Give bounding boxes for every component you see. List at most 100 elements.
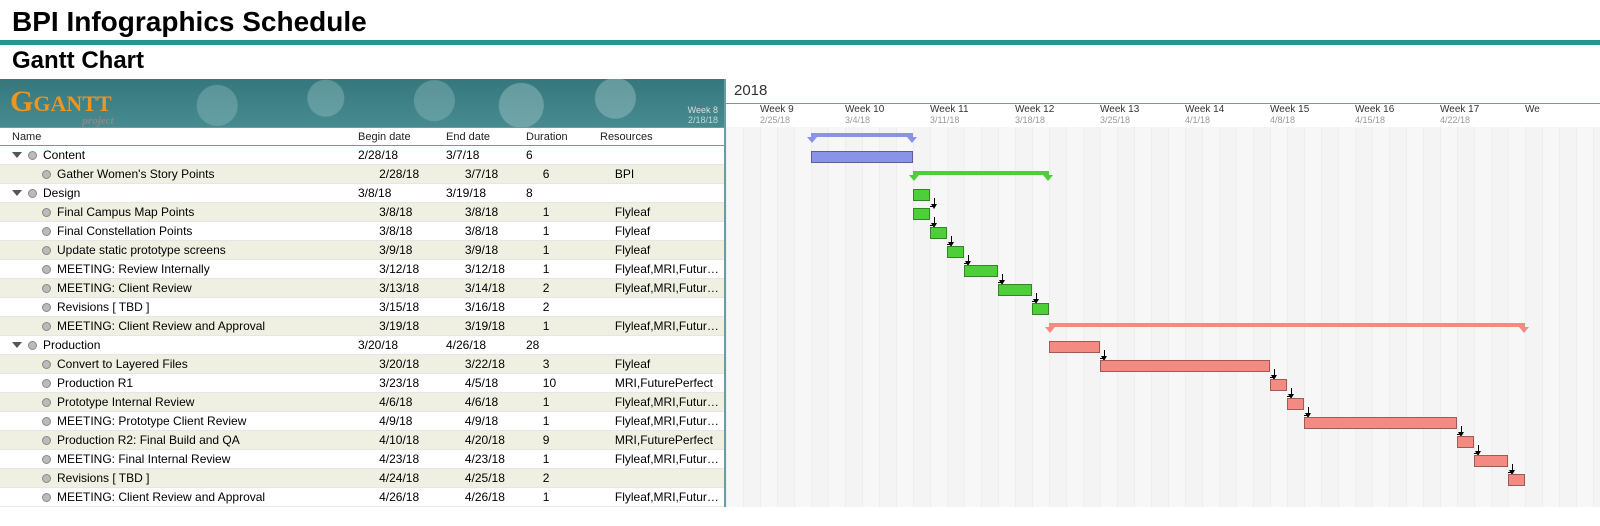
task-row[interactable]: Production R2: Final Build and QA4/10/18… — [0, 431, 724, 450]
task-bar[interactable] — [964, 265, 998, 277]
task-row[interactable]: Content2/28/183/7/186 — [0, 146, 724, 165]
task-bar[interactable] — [1287, 398, 1304, 410]
task-bar[interactable] — [1457, 436, 1474, 448]
timeline-row — [726, 357, 1600, 376]
task-begin: 3/8/18 — [379, 205, 465, 219]
task-end: 3/9/18 — [465, 243, 543, 257]
task-end: 4/25/18 — [465, 471, 543, 485]
week-tick: Week 154/8/18 — [1270, 104, 1309, 125]
task-row[interactable]: Final Constellation Points3/8/183/8/181F… — [0, 222, 724, 241]
task-begin: 3/12/18 — [379, 262, 465, 276]
task-duration: 6 — [526, 148, 546, 162]
task-bar[interactable] — [998, 284, 1032, 296]
task-row[interactable]: Revisions [ TBD ]4/24/184/25/182 — [0, 469, 724, 488]
week-label: Week 15 — [1270, 104, 1309, 115]
task-row[interactable]: MEETING: Review Internally3/12/183/12/18… — [0, 260, 724, 279]
task-bullet-icon — [28, 151, 37, 160]
task-row[interactable]: Convert to Layered Files3/20/183/22/183F… — [0, 355, 724, 374]
task-begin: 4/10/18 — [379, 433, 465, 447]
task-end: 4/20/18 — [465, 433, 543, 447]
task-name: Design — [43, 186, 80, 200]
timeline-row — [726, 319, 1600, 338]
task-bar[interactable] — [1474, 455, 1508, 467]
task-bullet-icon — [42, 227, 51, 236]
chevron-down-icon[interactable] — [12, 190, 22, 196]
task-end: 3/7/18 — [446, 148, 526, 162]
task-name: Final Constellation Points — [57, 224, 192, 238]
task-row[interactable]: Production3/20/184/26/1828 — [0, 336, 724, 355]
task-row[interactable]: Gather Women's Story Points2/28/183/7/18… — [0, 165, 724, 184]
task-begin: 3/20/18 — [358, 338, 446, 352]
timeline-pane[interactable]: 2018 Week 92/25/18Week 103/4/18Week 113/… — [725, 79, 1600, 507]
task-row[interactable]: Design3/8/183/19/188 — [0, 184, 724, 203]
task-bar[interactable] — [913, 208, 930, 220]
task-row[interactable]: MEETING: Client Review and Approval4/26/… — [0, 488, 724, 507]
task-resources: BPI — [615, 167, 724, 181]
task-row[interactable]: MEETING: Final Internal Review4/23/184/2… — [0, 450, 724, 469]
task-duration: 1 — [543, 319, 563, 333]
chevron-down-icon[interactable] — [12, 152, 22, 158]
chevron-down-icon[interactable] — [12, 342, 22, 348]
task-row[interactable]: Prototype Internal Review4/6/184/6/181Fl… — [0, 393, 724, 412]
week-clip-date: 2/18/18 — [688, 115, 718, 125]
task-bar[interactable] — [1304, 417, 1457, 429]
task-begin: 3/15/18 — [379, 300, 465, 314]
summary-bar[interactable] — [913, 171, 1049, 175]
timeline-row — [726, 224, 1600, 243]
task-bar[interactable] — [947, 246, 964, 258]
week-date: 3/4/18 — [845, 115, 884, 125]
chart-title: Gantt Chart — [12, 47, 1600, 75]
task-duration: 1 — [543, 205, 563, 219]
task-row[interactable]: Revisions [ TBD ]3/15/183/16/182 — [0, 298, 724, 317]
task-row[interactable]: MEETING: Client Review and Approval3/19/… — [0, 317, 724, 336]
task-resources: Flyleaf,MRI,FuturePerf... — [615, 262, 724, 276]
week-date: 4/15/18 — [1355, 115, 1394, 125]
task-row[interactable]: MEETING: Prototype Client Review4/9/184/… — [0, 412, 724, 431]
task-end: 4/5/18 — [465, 376, 543, 390]
task-resources: Flyleaf — [615, 205, 724, 219]
task-begin: 4/23/18 — [379, 452, 465, 466]
task-row[interactable]: MEETING: Client Review3/13/183/14/182Fly… — [0, 279, 724, 298]
timeline-header: Week 92/25/18Week 103/4/18Week 113/11/18… — [726, 104, 1600, 129]
task-bar[interactable] — [1100, 360, 1270, 372]
task-name: Revisions [ TBD ] — [57, 471, 149, 485]
task-row[interactable]: Production R13/23/184/5/1810MRI,FuturePe… — [0, 374, 724, 393]
task-bar[interactable] — [1270, 379, 1287, 391]
week-tick: Week 92/25/18 — [760, 104, 794, 125]
task-bar[interactable] — [913, 189, 930, 201]
task-row[interactable]: Update static prototype screens3/9/183/9… — [0, 241, 724, 260]
task-bullet-icon — [28, 341, 37, 350]
task-end: 3/16/18 — [465, 300, 543, 314]
col-name[interactable]: Name — [0, 131, 358, 143]
gantt-container: GGANTT project Week 8 2/18/18 Name Begin… — [0, 79, 1600, 507]
task-begin: 3/20/18 — [379, 357, 465, 371]
task-begin: 4/24/18 — [379, 471, 465, 485]
task-name: Prototype Internal Review — [57, 395, 194, 409]
col-end[interactable]: End date — [446, 131, 526, 143]
task-resources: Flyleaf — [615, 357, 724, 371]
summary-bar[interactable] — [1049, 323, 1525, 327]
col-dur[interactable]: Duration — [526, 131, 600, 143]
task-bullet-icon — [42, 417, 51, 426]
col-res[interactable]: Resources — [600, 131, 712, 143]
task-resources: Flyleaf,MRI,FuturePerf... — [615, 319, 724, 333]
timeline-row — [726, 452, 1600, 471]
task-bar[interactable] — [930, 227, 947, 239]
task-end: 4/26/18 — [446, 338, 526, 352]
task-begin: 3/9/18 — [379, 243, 465, 257]
timeline-row — [726, 243, 1600, 262]
summary-bar[interactable] — [811, 133, 913, 137]
week-tick: Week 103/4/18 — [845, 104, 884, 125]
task-bar[interactable] — [1032, 303, 1049, 315]
timeline-row — [726, 205, 1600, 224]
week-date: 4/1/18 — [1185, 115, 1224, 125]
year-label: 2018 — [726, 79, 1600, 104]
task-row[interactable]: Final Campus Map Points3/8/183/8/181Flyl… — [0, 203, 724, 222]
task-bar[interactable] — [1049, 341, 1100, 353]
week-label: Week 9 — [760, 104, 794, 115]
col-begin[interactable]: Begin date — [358, 131, 446, 143]
task-bar[interactable] — [1508, 474, 1525, 486]
task-duration: 2 — [543, 300, 563, 314]
task-bar[interactable] — [811, 151, 913, 163]
task-duration: 6 — [543, 167, 563, 181]
